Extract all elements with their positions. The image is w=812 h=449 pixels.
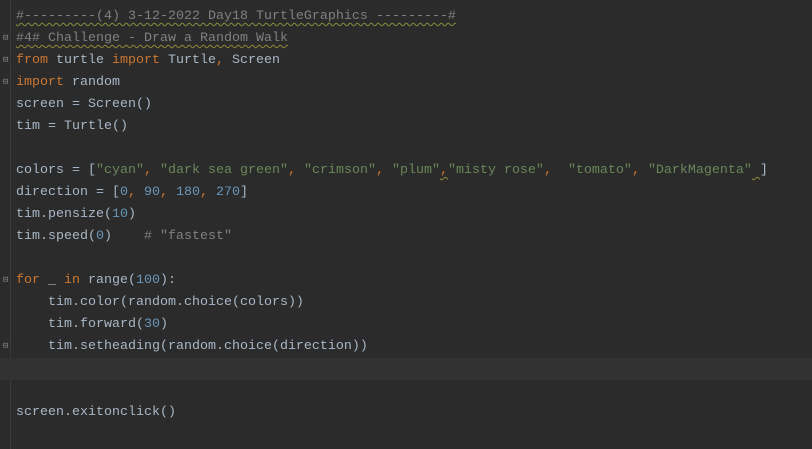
- code-token: #4# Challenge - Draw a Random Walk: [16, 31, 288, 46]
- code-token: ,: [199, 185, 208, 200]
- code-token: "plum": [391, 163, 440, 178]
- code-token: #---------(4) 3-12-2022 Day18 TurtleGrap…: [16, 9, 456, 24]
- fold-marker-icon[interactable]: ⊟: [3, 34, 10, 43]
- code-token: 90: [143, 185, 160, 200]
- code-token: ,: [159, 185, 168, 200]
- code-token: ,: [143, 163, 152, 178]
- code-token: 270: [215, 185, 240, 200]
- code-token: "crimson": [303, 163, 376, 178]
- fold-marker-icon[interactable]: ⊟: [3, 342, 10, 351]
- code-line[interactable]: #---------(4) 3-12-2022 Day18 TurtleGrap…: [0, 6, 812, 28]
- code-line[interactable]: screen = Screen(): [0, 94, 812, 116]
- code-token: tim.speed(: [16, 229, 96, 244]
- code-line[interactable]: tim = Turtle(): [0, 116, 812, 138]
- code-token: ,: [439, 163, 448, 178]
- code-token: "DarkMagenta": [647, 163, 752, 178]
- code-token: "misty rose": [447, 163, 544, 178]
- code-token: _: [40, 273, 64, 288]
- code-token: "cyan": [95, 163, 144, 178]
- code-line[interactable]: tim.color(random.choice(colors)): [0, 292, 812, 314]
- code-token: ,: [375, 163, 384, 178]
- code-token: random: [64, 75, 120, 90]
- current-code-line[interactable]: ​: [0, 358, 812, 380]
- code-token: ): [103, 229, 144, 244]
- code-token: Screen: [224, 53, 280, 68]
- code-token: colors = [: [16, 163, 96, 178]
- code-token: tim = Turtle(): [16, 119, 128, 134]
- code-token: screen = Screen(): [16, 97, 152, 112]
- code-token: ]: [239, 185, 248, 200]
- code-token: import: [112, 53, 160, 68]
- code-token: 180: [175, 185, 200, 200]
- code-line[interactable]: ⊟ from turtle import Turtle, Screen: [0, 50, 812, 72]
- code-token: ,: [127, 185, 136, 200]
- code-line[interactable]: ​: [0, 138, 812, 160]
- code-line[interactable]: tim.pensize(10): [0, 204, 812, 226]
- code-token: ,: [216, 53, 224, 68]
- fold-marker-icon[interactable]: ⊟: [3, 78, 10, 87]
- code-token: turtle: [48, 53, 112, 68]
- code-token: range(: [80, 273, 136, 288]
- code-token: tim.pensize(: [16, 207, 112, 222]
- code-editor[interactable]: #---------(4) 3-12-2022 Day18 TurtleGrap…: [0, 6, 812, 424]
- fold-marker-icon[interactable]: ⊟: [3, 276, 10, 285]
- code-line[interactable]: ​: [0, 380, 812, 402]
- code-token: for: [16, 273, 40, 288]
- code-token: 0: [119, 185, 128, 200]
- code-token: tim.forward(: [16, 317, 144, 332]
- code-token: "tomato": [567, 163, 632, 178]
- code-token: 30: [143, 317, 160, 332]
- code-line[interactable]: ⊟ for _ in range(100):: [0, 270, 812, 292]
- code-line[interactable]: colors = ["cyan", "dark sea green", "cri…: [0, 160, 812, 182]
- code-token: ,: [631, 163, 640, 178]
- code-token: ): [159, 317, 168, 332]
- code-line[interactable]: tim.forward(30): [0, 314, 812, 336]
- code-token: from: [16, 53, 48, 68]
- code-token: ): [127, 207, 136, 222]
- code-line[interactable]: tim.speed(0) # "fastest": [0, 226, 812, 248]
- code-line[interactable]: ⊟ #4# Challenge - Draw a Random Walk: [0, 28, 812, 50]
- code-token: 100: [136, 273, 160, 288]
- fold-marker-icon[interactable]: ⊟: [3, 56, 10, 65]
- code-token: ,: [287, 163, 296, 178]
- code-token: tim.color(random.choice(colors)): [16, 295, 304, 310]
- code-line[interactable]: ​: [0, 248, 812, 270]
- code-token: ,: [543, 163, 552, 178]
- code-token: # "fastest": [143, 229, 232, 244]
- code-token: import: [16, 75, 64, 90]
- code-line[interactable]: ⊟ import random: [0, 72, 812, 94]
- code-token: "dark sea green": [159, 163, 288, 178]
- code-token: 10: [111, 207, 128, 222]
- code-line[interactable]: ⊟ tim.setheading(random.choice(direction…: [0, 336, 812, 358]
- code-token: 0: [95, 229, 104, 244]
- code-token: ):: [160, 273, 176, 288]
- code-token: Turtle: [160, 53, 216, 68]
- code-token: tim.setheading(random.choice(direction)): [16, 339, 368, 354]
- code-line[interactable]: direction = [0, 90, 180, 270]: [0, 182, 812, 204]
- code-token: ]: [759, 163, 768, 178]
- code-token: screen.exitonclick(): [16, 405, 176, 420]
- code-line[interactable]: screen.exitonclick(): [0, 402, 812, 424]
- code-token: direction = [: [16, 185, 120, 200]
- code-token: in: [64, 273, 80, 288]
